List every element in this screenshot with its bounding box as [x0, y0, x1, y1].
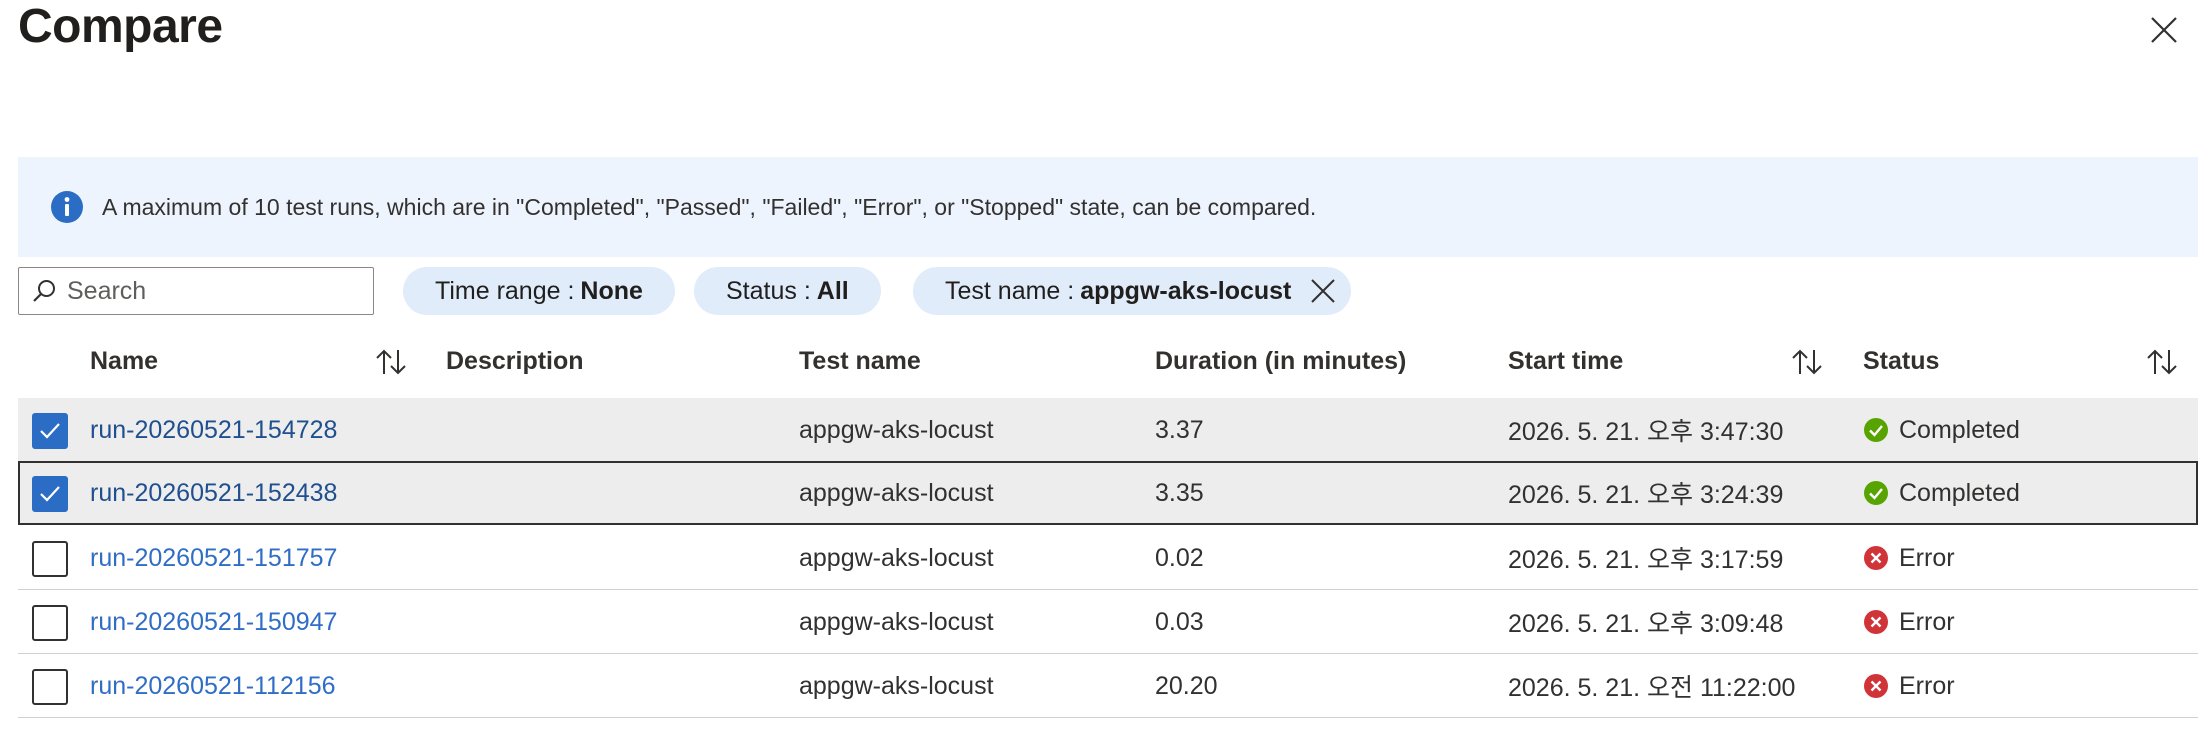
status-filter-value: All	[816, 276, 849, 305]
run-status-text: Completed	[1899, 415, 2020, 444]
test-name-filter[interactable]: Test name : appgw-aks-locust	[913, 267, 1352, 315]
row-checkbox[interactable]	[32, 669, 68, 705]
row-checkbox[interactable]	[32, 605, 68, 641]
sort-status-icon[interactable]	[2145, 347, 2179, 377]
run-start-time: 2026. 5. 21. 오후 3:24:39	[1508, 481, 1784, 509]
row-checkbox[interactable]	[32, 476, 68, 512]
run-start-time: 2026. 5. 21. 오후 3:47:30	[1508, 418, 1784, 446]
info-message-bar: A maximum of 10 test runs, which are in …	[18, 157, 2198, 257]
run-status: Error	[1863, 654, 1955, 718]
search-input[interactable]	[67, 276, 357, 306]
run-duration: 0.02	[1155, 543, 1204, 572]
run-duration: 3.35	[1155, 478, 1204, 507]
column-header-name[interactable]: Name	[90, 340, 158, 382]
run-name-link[interactable]: run-20260521-112156	[90, 654, 336, 718]
run-test-name: appgw-aks-locust	[799, 607, 994, 636]
run-status-text: Error	[1899, 543, 1955, 572]
run-status: Completed	[1863, 463, 2020, 523]
sort-start-time-icon[interactable]	[1790, 347, 1824, 377]
run-start-time: 2026. 5. 21. 오후 3:09:48	[1508, 610, 1784, 638]
success-icon	[1864, 481, 1888, 505]
column-header-status[interactable]: Status	[1863, 340, 1939, 382]
run-status: Error	[1863, 526, 1955, 590]
row-checkbox[interactable]	[32, 413, 68, 449]
sort-name-icon[interactable]	[374, 347, 408, 377]
success-icon	[1864, 418, 1888, 442]
close-icon	[1311, 279, 1336, 303]
search-box[interactable]	[18, 267, 374, 315]
run-duration: 0.03	[1155, 607, 1204, 636]
remove-filter-button[interactable]	[1309, 277, 1337, 305]
status-filter-label: Status :	[726, 276, 811, 305]
run-test-name: appgw-aks-locust	[799, 415, 994, 444]
test-name-filter-value: appgw-aks-locust	[1080, 276, 1292, 305]
error-icon	[1864, 674, 1888, 698]
table-row[interactable]: run-20260521-154728 appgw-aks-locust 3.3…	[18, 398, 2198, 462]
close-icon	[2151, 17, 2177, 43]
error-icon	[1864, 546, 1888, 570]
info-icon	[51, 191, 83, 223]
column-header-duration[interactable]: Duration (in minutes)	[1155, 340, 1406, 382]
run-start-time: 2026. 5. 21. 오전 11:22:00	[1508, 674, 1796, 702]
run-name-link[interactable]: run-20260521-151757	[90, 526, 337, 590]
run-name-link[interactable]: run-20260521-152438	[90, 463, 337, 523]
run-name-link[interactable]: run-20260521-150947	[90, 590, 337, 654]
run-status: Completed	[1863, 398, 2020, 462]
run-test-name: appgw-aks-locust	[799, 671, 994, 700]
table-row[interactable]: run-20260521-112156 appgw-aks-locust 20.…	[18, 654, 2198, 718]
info-message-text: A maximum of 10 test runs, which are in …	[102, 193, 1317, 220]
checkmark-icon	[40, 423, 60, 439]
column-header-description[interactable]: Description	[446, 340, 584, 382]
run-duration: 20.20	[1155, 671, 1218, 700]
run-name-link[interactable]: run-20260521-154728	[90, 398, 337, 462]
checkmark-icon	[40, 486, 60, 502]
table-row[interactable]: run-20260521-150947 appgw-aks-locust 0.0…	[18, 590, 2198, 654]
status-filter[interactable]: Status : All	[694, 267, 881, 315]
run-start-time: 2026. 5. 21. 오후 3:17:59	[1508, 546, 1784, 574]
run-test-name: appgw-aks-locust	[799, 543, 994, 572]
close-button[interactable]	[2142, 8, 2186, 52]
run-status-text: Completed	[1899, 478, 2020, 507]
run-test-name: appgw-aks-locust	[799, 478, 994, 507]
dialog-title: Compare	[18, 0, 223, 53]
time-range-filter[interactable]: Time range : None	[403, 267, 675, 315]
table-row[interactable]: run-20260521-151757 appgw-aks-locust 0.0…	[18, 526, 2198, 590]
run-status: Error	[1863, 590, 1955, 654]
table-row[interactable]: run-20260521-152438 appgw-aks-locust 3.3…	[18, 461, 2198, 525]
error-icon	[1864, 610, 1888, 634]
run-duration: 3.37	[1155, 415, 1204, 444]
column-header-start-time[interactable]: Start time	[1508, 340, 1623, 382]
row-checkbox[interactable]	[32, 541, 68, 577]
time-range-filter-label: Time range :	[435, 276, 575, 305]
run-status-text: Error	[1899, 607, 1955, 636]
test-name-filter-label: Test name :	[945, 276, 1075, 305]
time-range-filter-value: None	[580, 276, 643, 305]
search-icon	[33, 280, 55, 302]
run-status-text: Error	[1899, 671, 1955, 700]
column-header-test-name[interactable]: Test name	[799, 340, 921, 382]
